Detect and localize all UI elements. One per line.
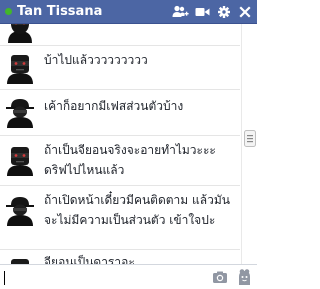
text-caret (4, 271, 5, 285)
masked-face-avatar (4, 52, 36, 84)
message-list[interactable]: บ้าไปแล้ววววววววว เค้าก็อยากมีเฟสส่วนตัว… (0, 24, 257, 264)
message-row: ถ้าเป็นจียอนจริงจะอายทำไมวะะะ ดริฟไปไหนแ… (0, 136, 240, 186)
chat-header[interactable]: Tan Tissana (0, 0, 257, 24)
scrollbar-thumb[interactable] (244, 130, 256, 147)
masked-face-avatar (4, 24, 36, 43)
message-row (0, 24, 240, 46)
message-row: ถ้าเปิดหน้าเดี๋ยวมีคนติดตาม แล้วมันจะไม่… (0, 186, 240, 250)
message-text: บ้าไปแล้ววววววววว (44, 53, 148, 67)
message-input[interactable] (4, 268, 204, 286)
chat-window: Tan Tissana บ้าไปแล้ววววววววว เค้าก็อยาก… (0, 0, 257, 289)
masked-face-avatar (4, 144, 36, 176)
chat-title[interactable]: Tan Tissana (17, 4, 102, 20)
sticker-icon[interactable] (236, 268, 253, 286)
message-composer (0, 264, 257, 289)
add-friend-icon[interactable] (172, 4, 189, 20)
close-icon[interactable] (238, 4, 252, 20)
camera-icon[interactable] (212, 269, 228, 285)
message-text: ถ้าเปิดหน้าเดี๋ยวมีคนติดตาม แล้วมันจะไม่… (44, 193, 230, 227)
online-status-dot (5, 8, 12, 15)
message-row: เค้าก็อยากมีเฟสส่วนตัวบ้าง (0, 90, 240, 136)
masked-face-avatar (4, 96, 36, 128)
gear-icon[interactable] (217, 4, 231, 20)
masked-face-avatar (4, 256, 36, 264)
message-text: จียอนเป็นดาราอะ (44, 255, 135, 264)
message-row: จียอนเป็นดาราอะ (0, 250, 240, 264)
message-scrollbar[interactable] (241, 24, 257, 264)
message-text: ถ้าเป็นจียอนจริงจะอายทำไมวะะะ ดริฟไปไหนแ… (44, 143, 216, 177)
video-call-icon[interactable] (195, 4, 210, 20)
message-row: บ้าไปแล้ววววววววว (0, 46, 240, 90)
masked-face-avatar (4, 194, 36, 226)
message-text: เค้าก็อยากมีเฟสส่วนตัวบ้าง (44, 99, 184, 113)
